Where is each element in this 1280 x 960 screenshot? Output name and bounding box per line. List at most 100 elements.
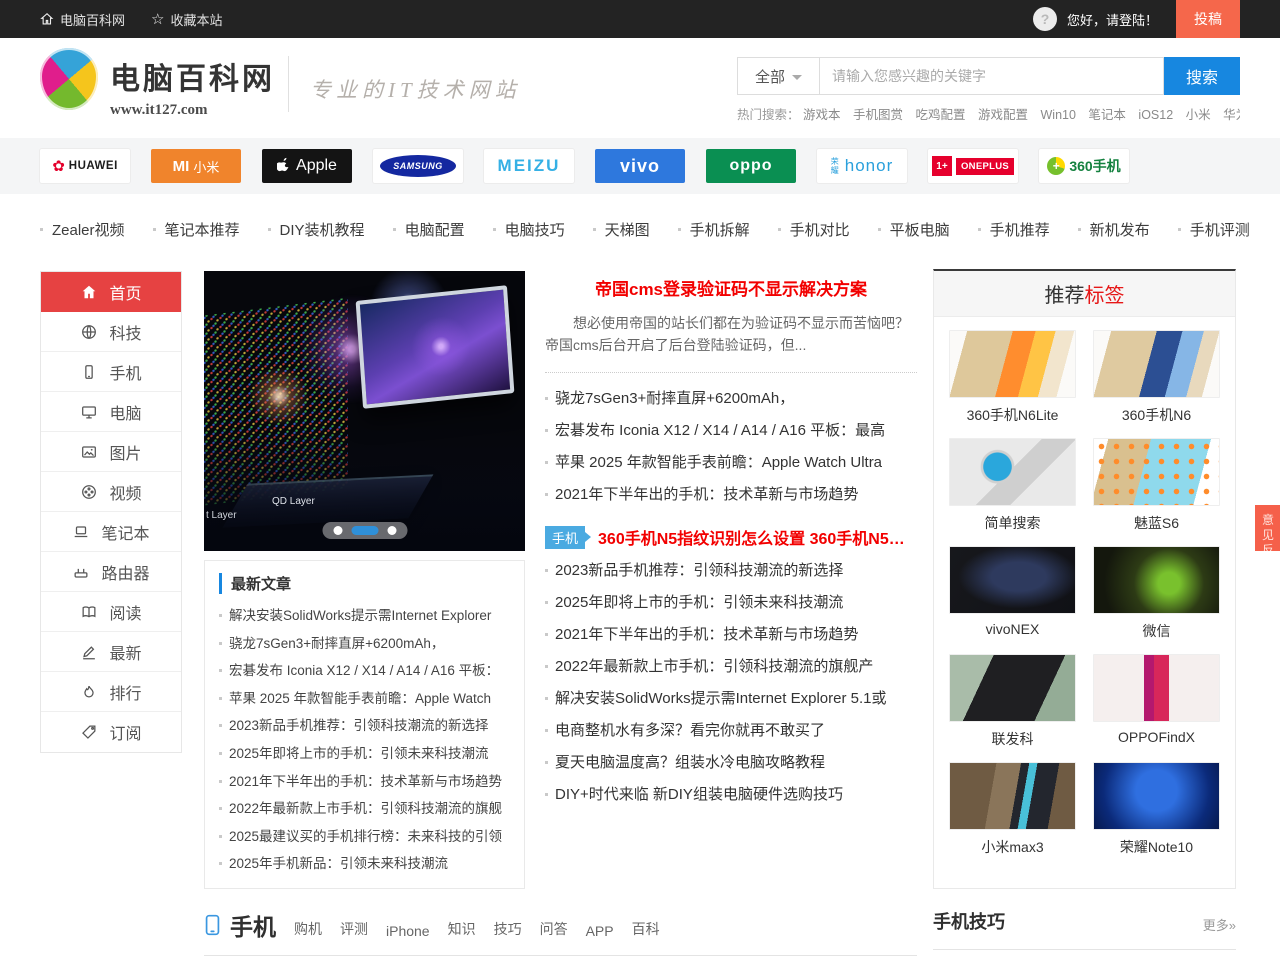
submit-post-button[interactable]: 投稿 (1176, 0, 1240, 38)
sidebar-item-reading[interactable]: 阅读 (41, 592, 181, 632)
tag-item[interactable]: OPPOFindX (1093, 654, 1220, 749)
sidebar-item-subscribe[interactable]: 订阅 (41, 712, 181, 752)
brand-oneplus[interactable]: 1+ ONEPLUS (928, 149, 1018, 183)
sidebar-item-video[interactable]: 视频 (41, 472, 181, 512)
nav-item[interactable]: 平板电脑 (878, 219, 950, 240)
hot-search-link[interactable]: Win10 (1041, 108, 1076, 122)
brand-samsung[interactable]: SAMSUNG (373, 149, 463, 183)
section-tab[interactable]: 技巧 (494, 919, 522, 942)
carousel-banner[interactable]: t Layer QD Layer (204, 271, 525, 551)
hot-search-link[interactable]: 笔记本 (1088, 108, 1126, 122)
article-link[interactable]: 电商整机水有多深？看完你就再不敢买了 (545, 715, 917, 747)
article-link[interactable]: 2022年最新款上市手机：引领科技潮流的旗舰 (219, 795, 510, 823)
article-link[interactable]: 苹果 2025 年款智能手表前瞻：Apple Watch (219, 685, 510, 713)
tag-item[interactable]: 魅蓝S6 (1093, 438, 1220, 533)
brand-360[interactable]: + 360手机 (1039, 149, 1129, 183)
sidebar-item-latest[interactable]: 最新 (41, 632, 181, 672)
article-link[interactable]: 2025年即将上市的手机：引领未来科技潮流 (545, 587, 917, 619)
topbar-home-link[interactable]: 电脑百科网 (40, 10, 125, 29)
article-link[interactable]: 夏天电脑温度高？组装水冷电脑攻略教程 (545, 747, 917, 779)
article-link[interactable]: 苹果 2025 年款智能手表前瞻：Apple Watch Ultra (545, 447, 917, 479)
tag-item[interactable]: 简单搜索 (949, 438, 1076, 533)
tag-item[interactable]: 荣耀Note10 (1093, 762, 1220, 857)
brand-meizu[interactable]: MEIZU (484, 149, 574, 183)
article-link[interactable]: 骁龙7sGen3+耐摔直屏+6200mAh， (545, 383, 917, 415)
article-link[interactable]: 2021年下半年出的手机：技术革新与市场趋势 (545, 479, 917, 511)
hot-search-link[interactable]: 华为 (1223, 108, 1240, 122)
tag-item[interactable]: 微信 (1093, 546, 1220, 641)
login-link[interactable]: 您好，请登陆！ (1067, 10, 1158, 29)
nav-item[interactable]: 电脑技巧 (493, 219, 565, 240)
feedback-button[interactable]: 意见反馈 (1255, 505, 1280, 551)
article-link[interactable]: 解决安装SolidWorks提示需Internet Explorer (219, 602, 510, 630)
nav-item[interactable]: 手机拆解 (678, 219, 750, 240)
sidebar-item-router[interactable]: 路由器 (41, 552, 181, 592)
avatar[interactable]: ? (1033, 7, 1057, 31)
article-link[interactable]: 宏碁发布 Iconia X12 / X14 / A14 / A16 平板：最高 (545, 415, 917, 447)
tag-item[interactable]: 360手机N6Lite (949, 330, 1076, 425)
article-link[interactable]: DIY+时代来临 新DIY组装电脑硬件选购技巧 (545, 779, 917, 811)
nav-item[interactable]: 笔记本推荐 (153, 219, 240, 240)
brand-xiaomi[interactable]: MI 小米 (151, 149, 241, 183)
nav-item[interactable]: 电脑配置 (393, 219, 465, 240)
topbar-favorite-link[interactable]: ☆ 收藏本站 (151, 10, 222, 29)
nav-item[interactable]: 手机评测 (1178, 219, 1250, 240)
article-link[interactable]: 骁龙7sGen3+耐摔直屏+6200mAh， (219, 630, 510, 658)
nav-item[interactable]: 天梯图 (593, 219, 650, 240)
article-link[interactable]: 2025年即将上市的手机：引领未来科技潮流 (219, 740, 510, 768)
more-link[interactable]: 更多» (1203, 915, 1236, 934)
tag-item[interactable]: 联发科 (949, 654, 1076, 749)
featured-article-title[interactable]: 帝国cms登录验证码不显示解决方案 (545, 275, 917, 300)
hot-search-link[interactable]: 吃鸡配置 (916, 108, 966, 122)
sidebar-item-laptop[interactable]: 笔记本 (41, 512, 181, 552)
carousel-dot[interactable] (387, 526, 396, 535)
article-link[interactable]: 2025年手机新品：引领未来科技潮流 (219, 850, 510, 878)
carousel-dot-active[interactable] (351, 526, 378, 535)
category-tag[interactable]: 手机 (545, 526, 585, 549)
nav-item[interactable]: 新机发布 (1078, 219, 1150, 240)
brand-vivo[interactable]: vivo (595, 149, 685, 183)
sidebar-item-tech[interactable]: 科技 (41, 312, 181, 352)
article-link[interactable]: 2025最建议买的手机排行榜：未来科技的引领 (219, 823, 510, 851)
brand-apple[interactable]: Apple (262, 149, 352, 183)
brand-huawei[interactable]: ✿ HUAWEI (40, 149, 130, 183)
nav-item[interactable]: Zealer视频 (40, 219, 125, 240)
sidebar-item-pictures[interactable]: 图片 (41, 432, 181, 472)
search-button[interactable]: 搜索 (1164, 57, 1240, 95)
sidebar-item-computer[interactable]: 电脑 (41, 392, 181, 432)
nav-item[interactable]: DIY装机教程 (268, 219, 365, 240)
section-tab[interactable]: 购机 (294, 919, 322, 942)
search-input[interactable] (819, 57, 1164, 95)
article-link[interactable]: 2021年下半年出的手机：技术革新与市场趋势 (219, 768, 510, 796)
featured-article-2[interactable]: 手机 360手机N5指纹识别怎么设置 360手机N5指纹 (545, 525, 917, 549)
section-tab[interactable]: 百科 (632, 919, 660, 942)
sidebar-item-phone[interactable]: 手机 (41, 352, 181, 392)
article-link[interactable]: 2023新品手机推荐：引领科技潮流的新选择 (545, 555, 917, 587)
tag-item[interactable]: 360手机N6 (1093, 330, 1220, 425)
article-link[interactable]: 解决安装SolidWorks提示需Internet Explorer 5.1或 (545, 683, 917, 715)
tag-item[interactable]: 小米max3 (949, 762, 1076, 857)
section-tab[interactable]: 知识 (448, 919, 476, 942)
section-tab[interactable]: APP (586, 923, 614, 942)
search-category-select[interactable]: 全部 (737, 57, 819, 95)
sidebar-item-ranking[interactable]: 排行 (41, 672, 181, 712)
article-link[interactable]: 2021年下半年出的手机：技术革新与市场趋势 (545, 619, 917, 651)
section-tab[interactable]: 问答 (540, 919, 568, 942)
carousel-dot[interactable] (333, 526, 342, 535)
brand-oppo[interactable]: oppo (706, 149, 796, 183)
article-link[interactable]: 宏碁发布 Iconia X12 / X14 / A14 / A16 平板： (219, 657, 510, 685)
site-logo[interactable]: 电脑百科网 www.it127.com (40, 48, 275, 119)
brand-honor[interactable]: 荣耀 honor (817, 149, 907, 183)
nav-item[interactable]: 手机推荐 (978, 219, 1050, 240)
hot-search-link[interactable]: 游戏配置 (978, 108, 1028, 122)
article-link[interactable]: 2022年最新款上市手机：引领科技潮流的旗舰产 (545, 651, 917, 683)
sidebar-item-home[interactable]: 首页 (41, 272, 181, 312)
nav-item[interactable]: 手机对比 (778, 219, 850, 240)
section-tab[interactable]: 评测 (340, 919, 368, 942)
section-tab[interactable]: iPhone (386, 923, 430, 942)
hot-search-link[interactable]: 游戏本 (803, 108, 841, 122)
hot-search-link[interactable]: iOS12 (1138, 108, 1173, 122)
tag-item[interactable]: vivoNEX (949, 546, 1076, 641)
hot-search-link[interactable]: 小米 (1186, 108, 1211, 122)
article-link[interactable]: 2023新品手机推荐：引领科技潮流的新选择 (219, 712, 510, 740)
